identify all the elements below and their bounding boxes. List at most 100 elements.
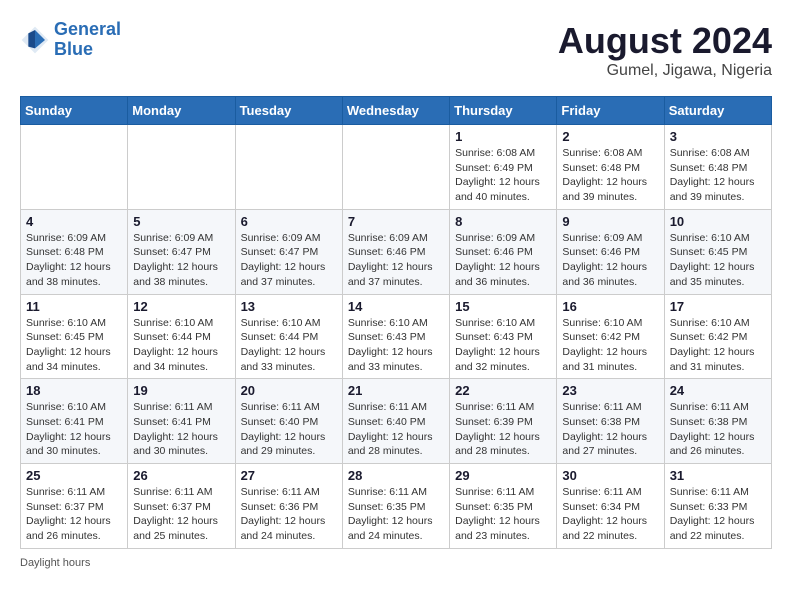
day-info: Sunrise: 6:11 AM Sunset: 6:38 PM Dayligh… (670, 400, 766, 459)
day-info: Sunrise: 6:11 AM Sunset: 6:37 PM Dayligh… (26, 485, 122, 544)
day-info: Sunrise: 6:09 AM Sunset: 6:48 PM Dayligh… (26, 231, 122, 290)
day-number: 18 (26, 383, 122, 398)
logo-text: General Blue (54, 20, 121, 60)
day-number: 1 (455, 129, 551, 144)
calendar-cell: 18 Sunrise: 6:10 AM Sunset: 6:41 PM Dayli… (21, 379, 128, 464)
calendar-cell (128, 125, 235, 210)
header-day-saturday: Saturday (664, 97, 771, 125)
header-day-sunday: Sunday (21, 97, 128, 125)
day-number: 30 (562, 468, 658, 483)
calendar-cell: 13 Sunrise: 6:10 AM Sunset: 6:44 PM Dayli… (235, 294, 342, 379)
day-info: Sunrise: 6:11 AM Sunset: 6:41 PM Dayligh… (133, 400, 229, 459)
day-number: 4 (26, 214, 122, 229)
day-info: Sunrise: 6:09 AM Sunset: 6:46 PM Dayligh… (455, 231, 551, 290)
day-info: Sunrise: 6:10 AM Sunset: 6:43 PM Dayligh… (455, 316, 551, 375)
calendar-cell: 27 Sunrise: 6:11 AM Sunset: 6:36 PM Dayli… (235, 464, 342, 549)
calendar-cell: 6 Sunrise: 6:09 AM Sunset: 6:47 PM Daylig… (235, 209, 342, 294)
header-day-thursday: Thursday (450, 97, 557, 125)
calendar-cell: 5Sunrise: 6:09 AM Sunset: 6:47 PM Daylig… (128, 209, 235, 294)
day-number: 25 (26, 468, 122, 483)
day-info: Sunrise: 6:11 AM Sunset: 6:37 PM Dayligh… (133, 485, 229, 544)
calendar-week-2: 4 Sunrise: 6:09 AM Sunset: 6:48 PM Daylig… (21, 209, 772, 294)
calendar-cell: 11Sunrise: 6:10 AM Sunset: 6:45 PM Dayli… (21, 294, 128, 379)
day-number: 13 (241, 299, 337, 314)
day-info: Sunrise: 6:11 AM Sunset: 6:40 PM Dayligh… (348, 400, 444, 459)
day-info: Sunrise: 6:10 AM Sunset: 6:44 PM Dayligh… (133, 316, 229, 375)
calendar-cell (342, 125, 449, 210)
calendar-cell (235, 125, 342, 210)
calendar-cell: 1 Sunrise: 6:08 AM Sunset: 6:49 PM Daylig… (450, 125, 557, 210)
header-day-wednesday: Wednesday (342, 97, 449, 125)
header-day-tuesday: Tuesday (235, 97, 342, 125)
calendar-week-4: 18 Sunrise: 6:10 AM Sunset: 6:41 PM Dayli… (21, 379, 772, 464)
day-number: 27 (241, 468, 337, 483)
calendar-cell: 15Sunrise: 6:10 AM Sunset: 6:43 PM Dayli… (450, 294, 557, 379)
calendar-cell: 2 Sunrise: 6:08 AM Sunset: 6:48 PM Daylig… (557, 125, 664, 210)
day-info: Sunrise: 6:10 AM Sunset: 6:45 PM Dayligh… (26, 316, 122, 375)
day-info: Sunrise: 6:09 AM Sunset: 6:47 PM Dayligh… (241, 231, 337, 290)
calendar-cell: 12 Sunrise: 6:10 AM Sunset: 6:44 PM Dayli… (128, 294, 235, 379)
day-info: Sunrise: 6:11 AM Sunset: 6:39 PM Dayligh… (455, 400, 551, 459)
day-number: 26 (133, 468, 229, 483)
day-info: Sunrise: 6:10 AM Sunset: 6:44 PM Dayligh… (241, 316, 337, 375)
day-info: Sunrise: 6:08 AM Sunset: 6:49 PM Dayligh… (455, 146, 551, 205)
calendar-cell: 14 Sunrise: 6:10 AM Sunset: 6:43 PM Dayli… (342, 294, 449, 379)
day-number: 31 (670, 468, 766, 483)
footer-note: Daylight hours (20, 557, 772, 569)
day-info: Sunrise: 6:10 AM Sunset: 6:43 PM Dayligh… (348, 316, 444, 375)
calendar-cell: 3 Sunrise: 6:08 AM Sunset: 6:48 PM Daylig… (664, 125, 771, 210)
day-number: 14 (348, 299, 444, 314)
calendar-cell: 8Sunrise: 6:09 AM Sunset: 6:46 PM Daylig… (450, 209, 557, 294)
day-info: Sunrise: 6:11 AM Sunset: 6:40 PM Dayligh… (241, 400, 337, 459)
day-info: Sunrise: 6:09 AM Sunset: 6:46 PM Dayligh… (348, 231, 444, 290)
calendar-cell: 28Sunrise: 6:11 AM Sunset: 6:35 PM Dayli… (342, 464, 449, 549)
calendar-week-3: 11Sunrise: 6:10 AM Sunset: 6:45 PM Dayli… (21, 294, 772, 379)
day-number: 20 (241, 383, 337, 398)
header-day-monday: Monday (128, 97, 235, 125)
calendar-cell: 23 Sunrise: 6:11 AM Sunset: 6:38 PM Dayli… (557, 379, 664, 464)
day-number: 2 (562, 129, 658, 144)
calendar-cell: 25 Sunrise: 6:11 AM Sunset: 6:37 PM Dayli… (21, 464, 128, 549)
day-number: 9 (562, 214, 658, 229)
page-header: General Blue August 2024 Gumel, Jigawa, … (20, 20, 772, 80)
day-info: Sunrise: 6:10 AM Sunset: 6:42 PM Dayligh… (670, 316, 766, 375)
calendar-cell: 26 Sunrise: 6:11 AM Sunset: 6:37 PM Dayli… (128, 464, 235, 549)
day-number: 24 (670, 383, 766, 398)
calendar-cell: 24 Sunrise: 6:11 AM Sunset: 6:38 PM Dayli… (664, 379, 771, 464)
calendar-cell: 29Sunrise: 6:11 AM Sunset: 6:35 PM Dayli… (450, 464, 557, 549)
day-info: Sunrise: 6:10 AM Sunset: 6:42 PM Dayligh… (562, 316, 658, 375)
day-info: Sunrise: 6:11 AM Sunset: 6:34 PM Dayligh… (562, 485, 658, 544)
calendar-cell: 9 Sunrise: 6:09 AM Sunset: 6:46 PM Daylig… (557, 209, 664, 294)
day-info: Sunrise: 6:09 AM Sunset: 6:46 PM Dayligh… (562, 231, 658, 290)
calendar-cell: 19 Sunrise: 6:11 AM Sunset: 6:41 PM Dayli… (128, 379, 235, 464)
calendar-week-5: 25 Sunrise: 6:11 AM Sunset: 6:37 PM Dayli… (21, 464, 772, 549)
day-info: Sunrise: 6:08 AM Sunset: 6:48 PM Dayligh… (562, 146, 658, 205)
day-number: 7 (348, 214, 444, 229)
calendar-cell: 20 Sunrise: 6:11 AM Sunset: 6:40 PM Dayli… (235, 379, 342, 464)
day-number: 23 (562, 383, 658, 398)
day-info: Sunrise: 6:11 AM Sunset: 6:35 PM Dayligh… (455, 485, 551, 544)
day-number: 5 (133, 214, 229, 229)
calendar-cell: 31 Sunrise: 6:11 AM Sunset: 6:33 PM Dayli… (664, 464, 771, 549)
logo-icon (20, 25, 50, 55)
calendar-header-row: SundayMondayTuesdayWednesdayThursdayFrid… (21, 97, 772, 125)
day-info: Sunrise: 6:08 AM Sunset: 6:48 PM Dayligh… (670, 146, 766, 205)
day-number: 6 (241, 214, 337, 229)
day-info: Sunrise: 6:10 AM Sunset: 6:41 PM Dayligh… (26, 400, 122, 459)
day-number: 12 (133, 299, 229, 314)
day-number: 17 (670, 299, 766, 314)
day-number: 19 (133, 383, 229, 398)
day-info: Sunrise: 6:11 AM Sunset: 6:38 PM Dayligh… (562, 400, 658, 459)
calendar-cell: 7 Sunrise: 6:09 AM Sunset: 6:46 PM Daylig… (342, 209, 449, 294)
calendar-table: SundayMondayTuesdayWednesdayThursdayFrid… (20, 96, 772, 549)
day-info: Sunrise: 6:11 AM Sunset: 6:36 PM Dayligh… (241, 485, 337, 544)
day-number: 28 (348, 468, 444, 483)
calendar-week-1: 1 Sunrise: 6:08 AM Sunset: 6:49 PM Daylig… (21, 125, 772, 210)
calendar-cell: 21Sunrise: 6:11 AM Sunset: 6:40 PM Dayli… (342, 379, 449, 464)
day-info: Sunrise: 6:11 AM Sunset: 6:33 PM Dayligh… (670, 485, 766, 544)
title-section: August 2024 Gumel, Jigawa, Nigeria (558, 20, 772, 80)
day-number: 16 (562, 299, 658, 314)
day-number: 3 (670, 129, 766, 144)
day-info: Sunrise: 6:10 AM Sunset: 6:45 PM Dayligh… (670, 231, 766, 290)
calendar-cell: 16 Sunrise: 6:10 AM Sunset: 6:42 PM Dayli… (557, 294, 664, 379)
